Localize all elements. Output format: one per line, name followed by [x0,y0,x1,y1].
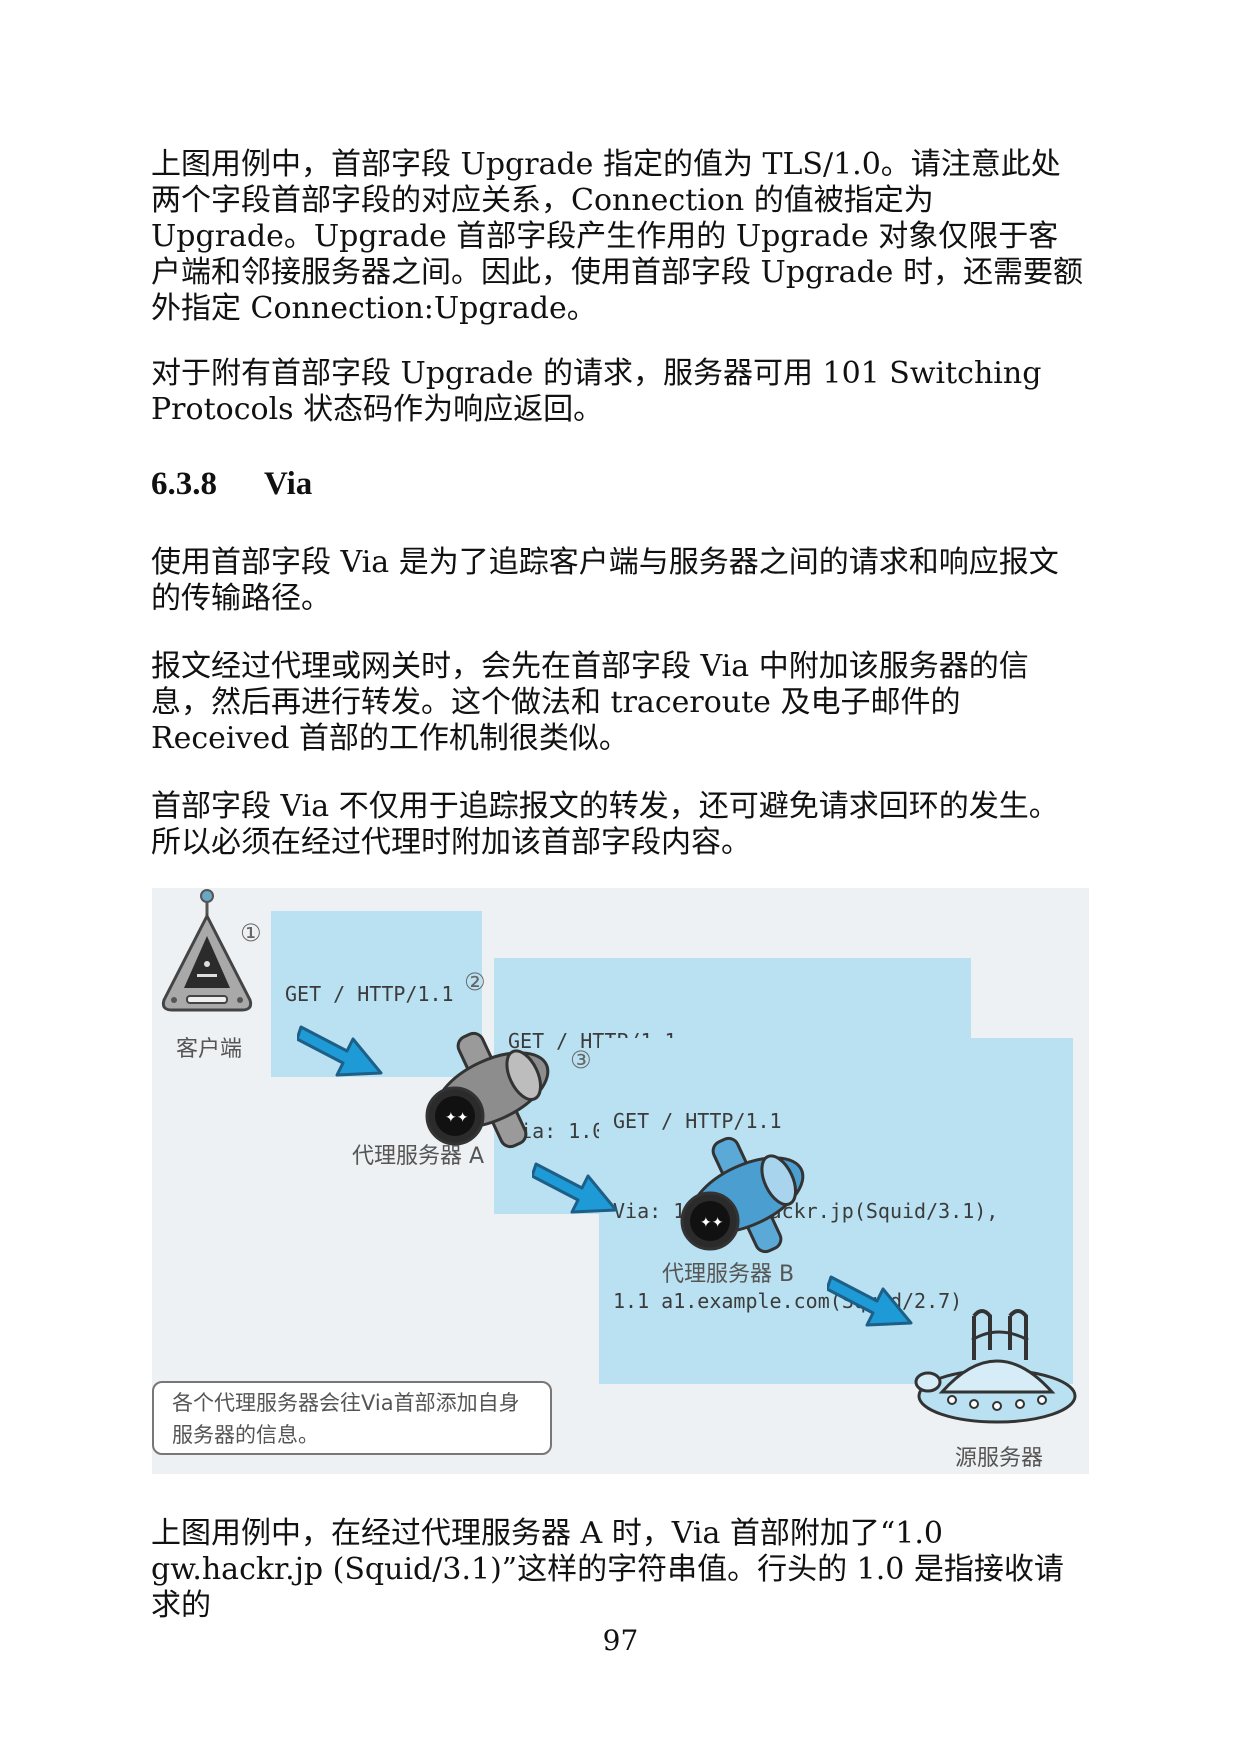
proxy-server-b-icon: ✦✦ [680,1136,805,1254]
client-device-icon [161,889,253,1012]
arrow-icon [297,1025,383,1077]
request-1-line-1: GET / HTTP/1.1 [285,982,454,1006]
paragraph-via-purpose: 使用首部字段 Via 是为了追踪客户端与服务器之间的请求和响应报文的传输路径。 [151,545,1059,616]
proxy-server-a-icon: ✦✦ [425,1031,550,1149]
paragraph-upgrade-explanation: 上图用例中，首部字段 Upgrade 指定的值为 TLS/1.0。请注意此处两个… [151,147,1083,326]
step-2-marker: ② [464,968,486,996]
origin-server-icon [914,1309,1077,1424]
proxy-a-label: 代理服务器 A [352,1144,485,1169]
svg-text:✦✦: ✦✦ [445,1110,469,1126]
step-3-marker: ③ [570,1046,592,1074]
origin-label: 源服务器 [955,1446,1044,1471]
section-number: 6.3.8 [151,466,217,502]
section-title: Via [264,466,313,502]
svg-text:✦✦: ✦✦ [700,1215,724,1231]
arrow-icon [532,1162,618,1214]
paragraph-upgrade-response: 对于附有首部字段 Upgrade 的请求，服务器可用 101 Switching… [151,356,1042,427]
page-number: 97 [602,1624,639,1657]
via-diagram: ① GET / HTTP/1.1 ② GET / HTTP/1.1 Via: 1… [152,888,1089,1474]
paragraph-via-loop: 首部字段 Via 不仅用于追踪报文的转发，还可避免请求回环的发生。所以必须在经过… [151,789,1059,860]
arrow-icon [827,1275,913,1327]
paragraph-via-example: 上图用例中，在经过代理服务器 A 时，Via 首部附加了“1.0 gw.hack… [151,1516,1064,1623]
client-label: 客户端 [176,1037,243,1062]
section-heading: 6.3.8 Via [151,466,312,503]
request-3-line-1: GET / HTTP/1.1 [613,1109,782,1133]
diagram-note: 各个代理服务器会往Via首部添加自身服务器的信息。 [152,1381,552,1455]
proxy-b-label: 代理服务器 B [662,1262,795,1287]
paragraph-via-forwarding: 报文经过代理或网关时，会先在首部字段 Via 中附加该服务器的信息，然后再进行转… [151,649,1029,756]
